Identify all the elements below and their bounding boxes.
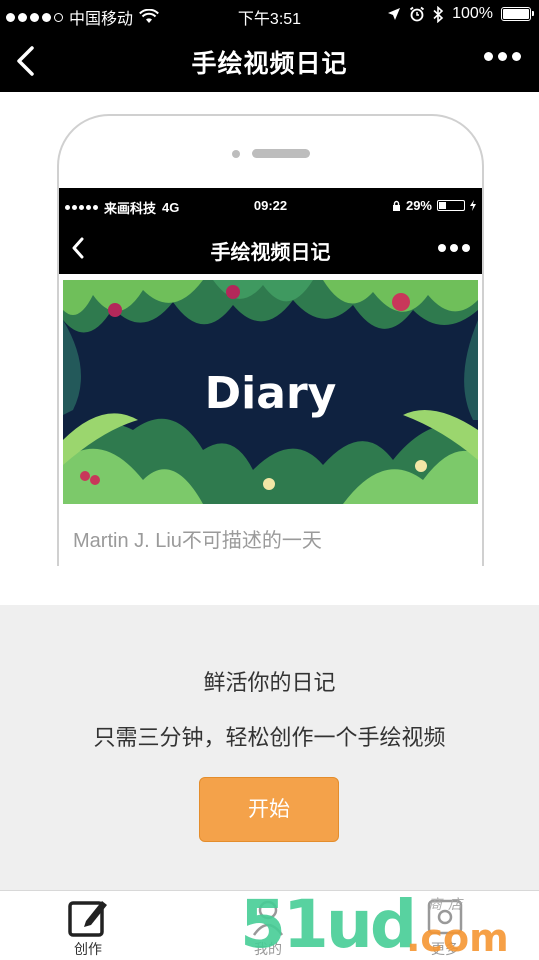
preview-nav-bar: 手绘视频日记 [59, 224, 482, 274]
page-title: 手绘视频日记 [191, 50, 348, 78]
preview-charging-icon [470, 200, 476, 211]
preview-more-icon [438, 244, 470, 252]
phone-speaker [252, 149, 310, 158]
tab-create[interactable]: 创作 [48, 895, 128, 959]
preview-battery-percent: 29% [405, 198, 432, 213]
tab-mine-label: 我的 [254, 941, 282, 957]
tab-create-label: 创作 [74, 941, 102, 957]
tab-more[interactable]: 更多 [405, 895, 485, 959]
diary-caption: Martin J. Liu不可描述的一天 [73, 530, 322, 552]
preview-title: 手绘视频日记 [210, 242, 331, 264]
preview-lock-icon [392, 200, 400, 211]
promo-subline: 只需三分钟，轻松创作一个手绘视频 [93, 725, 446, 750]
banner-title: Diary [204, 368, 337, 419]
promo-panel: 鲜活你的日记 只需三分钟，轻松创作一个手绘视频 开始 [0, 605, 539, 890]
bluetooth-icon [433, 5, 444, 23]
grid-icon [427, 899, 463, 935]
status-right: 100% [387, 5, 534, 23]
phone-camera-dot [232, 150, 240, 158]
preview-screen: 来画科技 4G 09:22 29% 手绘视频日记 Diary Martin J.… [59, 188, 482, 566]
preview-status-bar: 来画科技 4G 09:22 29% [59, 188, 482, 224]
battery-percent: 100% [452, 5, 493, 22]
location-arrow-icon [388, 8, 401, 20]
nav-bar: 手绘视频日记 [0, 30, 539, 92]
tab-mine[interactable]: 我的 [228, 895, 308, 959]
battery-icon [501, 7, 534, 21]
tab-more-label: 更多 [431, 941, 459, 957]
diary-banner: Diary [63, 280, 478, 504]
promo-headline: 鲜活你的日记 [203, 670, 336, 695]
pencil-square-icon [68, 901, 107, 937]
tab-bar: 创作 我的 更多 [0, 890, 539, 960]
status-bar: 中国移动 下午3:51 100% [0, 0, 539, 30]
more-options-icon[interactable] [484, 52, 521, 61]
preview-battery-icon [437, 200, 465, 211]
phone-preview: 来画科技 4G 09:22 29% 手绘视频日记 Diary Martin J.… [57, 114, 484, 566]
alarm-clock-icon [410, 6, 425, 22]
preview-status-right: 29% [392, 198, 476, 213]
user-icon [252, 900, 284, 936]
start-button[interactable]: 开始 [199, 777, 339, 842]
